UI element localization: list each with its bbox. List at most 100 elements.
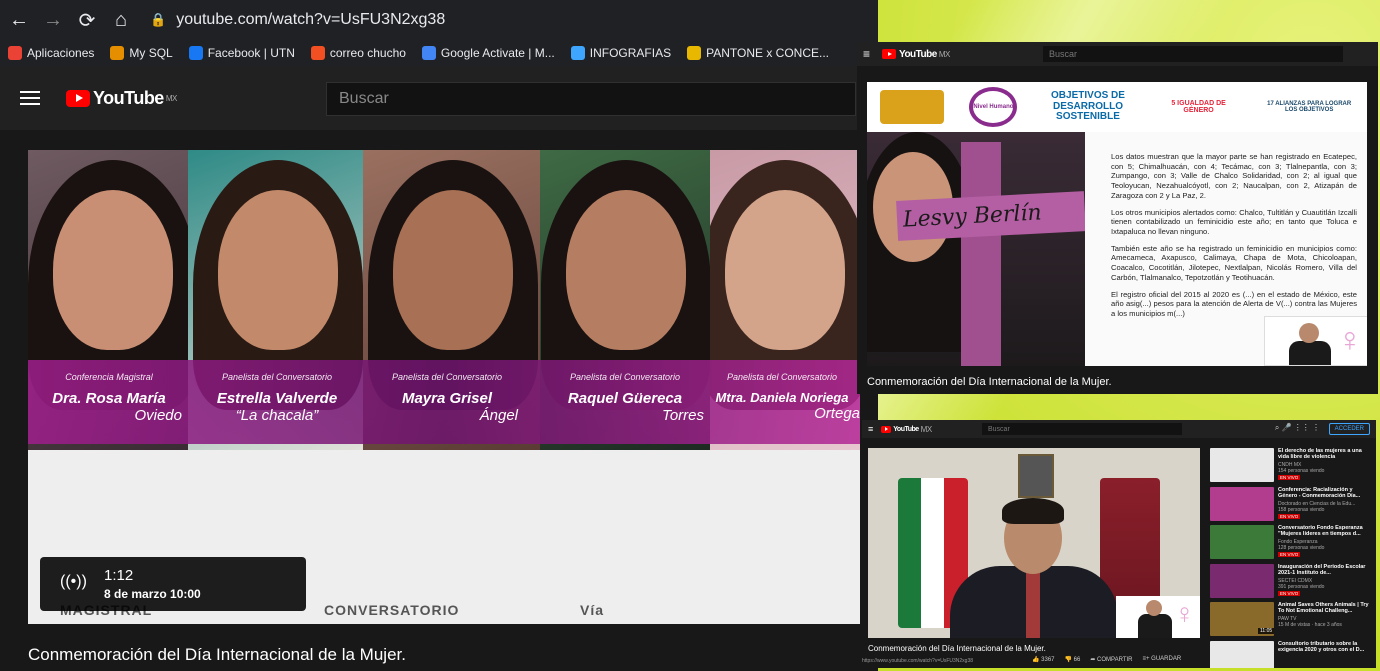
lock-icon: 🔒 (150, 12, 167, 27)
facebook-icon (188, 46, 203, 60)
google-icon (421, 46, 436, 60)
ods-logo: OBJETIVOS DE DESARROLLO SOSTENIBLE (1051, 90, 1125, 123)
back-arrow-icon[interactable]: ← (4, 5, 34, 35)
speaker-caption-5: Panelista del Conversatorio Mtra. Daniel… (715, 372, 860, 422)
bookmark-item[interactable]: INFOGRAFIAS (570, 46, 671, 60)
video-player[interactable]: Nivel Humano OBJETIVOS DE DESARROLLO SOS… (867, 82, 1367, 366)
recommendation-title: Conversatorio Fondo Esperanza "Mujeres l… (1278, 525, 1363, 538)
youtube-logo[interactable]: YouTube MX (882, 49, 950, 60)
recommendation-meta: 158 personas viendo (1278, 506, 1325, 513)
video-title: Conmemoración del Día Internacional de l… (867, 376, 1112, 388)
search-input[interactable]: Buscar (982, 423, 1182, 435)
video-player[interactable]: Conferencia Magistral Dra. Rosa María Ov… (28, 150, 860, 624)
recommendation-meta: 128 personas viendo (1278, 545, 1325, 551)
live-broadcast-icon: ((•)) (60, 573, 87, 590)
recommendation-item[interactable]: Conversatorio Fondo Esperanza "Mujeres l… (1208, 523, 1374, 562)
youtube-play-icon (66, 89, 90, 107)
youtube-window-bottom-right: ≡ YouTube MX Buscar ⌕ 🎤 ⋮⋮ ⋮ ACCEDER ♀ C… (862, 420, 1376, 668)
logos-strip: Nivel Humano OBJETIVOS DE DESARROLLO SOS… (867, 82, 1367, 132)
recommendation-thumbnail[interactable] (1210, 563, 1274, 598)
bookmark-label: My SQL (129, 46, 173, 60)
youtube-window-top-right: ≡ YouTube MX Buscar Nivel Humano OBJETIV… (857, 42, 1378, 394)
search-input[interactable]: Buscar (326, 82, 856, 116)
recommendation-title: Conferencia: Racialización y Género - Co… (1278, 486, 1361, 499)
uaemex-logo-icon (879, 90, 944, 124)
home-icon[interactable]: ⌂ (106, 5, 136, 35)
bookmark-item[interactable]: My SQL (110, 46, 173, 60)
bookmark-item[interactable]: Google Activate | M... (421, 46, 555, 60)
recommendation-title: El derecho de las mujeres a una vida lib… (1278, 448, 1362, 461)
bookmarks-bar: Aplicaciones My SQL Facebook | UTN correo c… (0, 40, 878, 66)
recommendation-title: Consultorio tributario sobre la exigenci… (1278, 640, 1365, 653)
forward-arrow-icon[interactable]: → (38, 5, 68, 35)
protest-photo: Lesvy Berlín (867, 132, 1085, 366)
recommendation-item[interactable]: El derecho de las mujeres a una vida lib… (1208, 446, 1374, 485)
nivel-humano-logo: Nivel Humano (969, 87, 1018, 127)
recommendation-thumbnail[interactable] (1210, 640, 1274, 668)
menu-icon[interactable]: ≡ (863, 47, 870, 61)
bookmark-item[interactable]: correo chucho (310, 46, 406, 60)
save-button[interactable]: ≡+ GUARDAR (1142, 656, 1181, 663)
recommendation-meta: 15 M de vistas · hace 3 años (1278, 622, 1342, 628)
main-browser-window: ← → ⟳ ⌂ 🔒 youtube.com/watch?v=UsFU3N2xg3… (0, 0, 878, 671)
youtube-logo[interactable]: YouTube MX (66, 88, 177, 109)
share-button[interactable]: ➦ COMPARTIR (1090, 656, 1132, 663)
recommendation-item[interactable]: Consultorio tributario sobre la exigenci… (1208, 639, 1374, 668)
live-badge: EN VIVO (1278, 513, 1301, 519)
wall-portrait (1018, 454, 1054, 498)
apps-grid-icon (8, 46, 22, 60)
lower-word-2: CONVERSATORIO (324, 602, 460, 618)
live-badge: EN VIVO (1278, 475, 1301, 480)
bookmark-label: Facebook | UTN (207, 46, 295, 60)
recommendation-item[interactable]: Conferencia: Racialización y Género - Co… (1208, 485, 1374, 524)
duration-badge: 11:05 (1258, 628, 1275, 634)
bookmark-item[interactable]: Aplicaciones (8, 46, 94, 60)
dislike-button[interactable]: 👎 66 (1065, 656, 1081, 663)
menu-icon[interactable]: ≡ (868, 424, 873, 434)
youtube-header: ≡ YouTube MX Buscar ⌕ 🎤 ⋮⋮ ⋮ ACCEDER (862, 420, 1376, 438)
gender-equality-logo: 5 IGUALDAD DE GÉNERO (1171, 99, 1226, 114)
search-input[interactable]: Buscar (1043, 46, 1343, 62)
premiere-date: 8 de marzo 10:00 (104, 587, 201, 601)
pantone-icon (687, 46, 702, 60)
recommendation-thumbnail[interactable] (1210, 448, 1274, 482)
sign-in-button[interactable]: ACCEDER (1328, 423, 1370, 435)
live-badge: EN VIVO (1278, 590, 1301, 596)
premiere-countdown-box: ((•)) 1:12 8 de marzo 10:00 (40, 557, 306, 611)
address-bar[interactable]: 🔒 youtube.com/watch?v=UsFU3N2xg38 (150, 5, 868, 35)
live-badge: EN VIVO (1278, 552, 1301, 557)
reload-icon[interactable]: ⟳ (72, 5, 102, 35)
mysql-icon (110, 46, 125, 60)
article-text: Los datos muestran que la mayor parte se… (1111, 152, 1357, 326)
menu-icon[interactable] (20, 91, 40, 105)
video-title: Conmemoración del Día Internacional de l… (868, 644, 1046, 653)
recommendation-meta: 154 personas viendo (1278, 468, 1325, 474)
url-text: youtube.com/watch?v=UsFU3N2xg38 (176, 11, 446, 28)
speaker-caption-3: Panelista del Conversatorio Mayra Grisel… (391, 372, 518, 424)
bookmark-item[interactable]: PANTONE x CONCE... (687, 46, 829, 60)
recommendation-title: Inauguración del Periodo Escolar 2021-1 … (1278, 563, 1366, 576)
recommendation-meta: 391 personas viendo (1278, 583, 1325, 590)
video-player[interactable]: ♀ (868, 448, 1200, 638)
recommendation-thumbnail[interactable] (1210, 486, 1274, 521)
youtube-play-icon (882, 49, 897, 59)
recommendations-list: El derecho de las mujeres a una vida lib… (1208, 446, 1374, 668)
header-icons[interactable]: ⌕ 🎤 ⋮⋮ ⋮ (1275, 423, 1320, 433)
video-actions: 👍 3367 👎 66 ➦ COMPARTIR ≡+ GUARDAR (1032, 656, 1181, 663)
recommendation-title: Animal Saves Others Animals | Try To Not… (1278, 602, 1369, 615)
venus-symbol-icon: ♀ (1337, 321, 1363, 359)
article-paragraph: Los datos muestran que la mayor parte se… (1111, 152, 1357, 200)
microsoft-icon (310, 46, 325, 60)
youtube-logo[interactable]: YouTube MX (881, 425, 932, 434)
logo-region: MX (165, 93, 178, 103)
recommendation-item[interactable]: 11:05 Animal Saves Others Animals | Try T… (1208, 600, 1374, 639)
article-paragraph: El registro oficial del 2015 al 2020 es … (1111, 289, 1357, 319)
recommendation-thumbnail[interactable] (1210, 525, 1274, 559)
speaker-caption-2: Panelista del Conversatorio Estrella Val… (216, 372, 338, 424)
like-button[interactable]: 👍 3367 (1032, 656, 1055, 663)
bookmark-item[interactable]: Facebook | UTN (188, 46, 295, 60)
circle-icon (570, 46, 585, 60)
recommendation-item[interactable]: Inauguración del Periodo Escolar 2021-1 … (1208, 562, 1374, 601)
article-paragraph: Los otros municipios alertados como: Cha… (1111, 207, 1357, 237)
lower-word-3: Vía (580, 602, 605, 618)
